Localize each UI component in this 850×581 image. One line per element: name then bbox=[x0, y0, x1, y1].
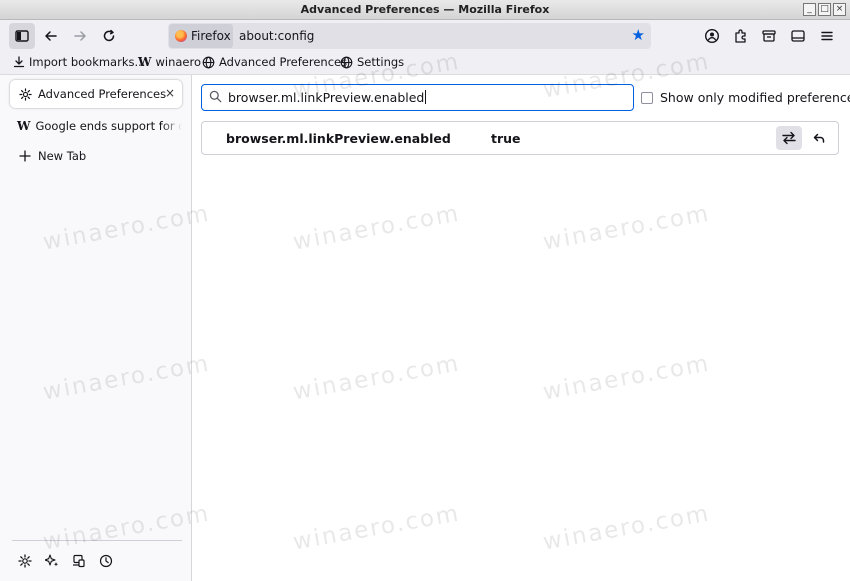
bookmark-label: Settings bbox=[357, 55, 405, 69]
reload-button[interactable] bbox=[96, 23, 122, 49]
puzzle-icon bbox=[735, 29, 746, 43]
clock-icon bbox=[99, 554, 113, 568]
vertical-tabs-sidebar: Advanced Preferences × W Google ends sup… bbox=[0, 75, 192, 581]
extensions-button[interactable] bbox=[728, 23, 754, 49]
history-button[interactable] bbox=[96, 551, 116, 571]
hamburger-menu-icon bbox=[821, 31, 833, 41]
search-icon bbox=[209, 90, 222, 103]
toggle-arrows-icon bbox=[782, 131, 796, 145]
new-tab-label: New Tab bbox=[38, 149, 87, 163]
app-menu-button[interactable] bbox=[814, 23, 840, 49]
show-modified-label: Show only modified preferences bbox=[660, 90, 850, 105]
sidebar-icon bbox=[15, 30, 29, 42]
show-modified-toggle[interactable]: Show only modified preferences bbox=[641, 90, 850, 105]
screenshot-button[interactable] bbox=[785, 23, 811, 49]
gear-icon bbox=[17, 87, 33, 101]
identity-label: Firefox bbox=[191, 29, 231, 43]
synced-tabs-button[interactable] bbox=[69, 551, 89, 571]
bookmark-label: Import bookmarks... bbox=[29, 55, 146, 69]
identity-box[interactable]: Firefox bbox=[169, 24, 233, 48]
tab-advanced-preferences[interactable]: Advanced Preferences × bbox=[10, 80, 182, 108]
toggle-button[interactable] bbox=[776, 126, 802, 150]
account-icon bbox=[704, 28, 720, 44]
account-button[interactable] bbox=[699, 23, 725, 49]
bookmark-winaero[interactable]: W winaero bbox=[138, 55, 201, 69]
bookmark-import[interactable]: Import bookmarks... bbox=[13, 55, 145, 69]
firefox-logo-icon bbox=[175, 30, 187, 42]
devices-icon bbox=[73, 554, 85, 568]
preference-row[interactable]: browser.ml.linkPreview.enabled true bbox=[201, 121, 839, 155]
close-window-button[interactable]: × bbox=[833, 3, 846, 16]
bookmarks-toolbar: Import bookmarks... W winaero Advanced P… bbox=[0, 51, 850, 75]
reload-icon bbox=[103, 29, 115, 42]
sidebar-divider bbox=[12, 540, 182, 541]
tab-label: Advanced Preferences bbox=[38, 87, 167, 101]
window-controls: _ □ × bbox=[803, 3, 846, 16]
search-value: browser.ml.linkPreview.enabled bbox=[228, 90, 425, 105]
tab-label: Google ends support for origin bbox=[35, 119, 182, 133]
forward-button[interactable] bbox=[67, 23, 93, 49]
reset-button[interactable] bbox=[806, 126, 832, 150]
back-button[interactable] bbox=[38, 23, 64, 49]
window-title: Advanced Preferences — Mozilla Firefox bbox=[300, 3, 550, 16]
url-bar[interactable]: Firefox about:config ★ bbox=[168, 23, 651, 49]
arrow-right-icon bbox=[74, 31, 86, 41]
globe-icon bbox=[202, 56, 215, 69]
winaero-w-icon: W bbox=[17, 119, 31, 133]
winaero-w-icon: W bbox=[138, 55, 152, 69]
navigation-toolbar: Firefox about:config ★ bbox=[0, 20, 850, 51]
bookmark-label: Advanced Preferences bbox=[219, 55, 348, 69]
sidebar-settings-button[interactable] bbox=[15, 551, 35, 571]
preference-value[interactable]: true bbox=[491, 131, 521, 146]
box-icon bbox=[762, 30, 776, 42]
url-text[interactable]: about:config bbox=[239, 29, 314, 43]
preference-search-input[interactable]: browser.ml.linkPreview.enabled bbox=[201, 84, 634, 111]
tab-close-icon[interactable]: × bbox=[165, 86, 175, 100]
new-tab-button[interactable]: New Tab bbox=[10, 142, 182, 170]
bookmark-advanced-preferences[interactable]: Advanced Preferences bbox=[202, 55, 347, 69]
undo-icon bbox=[813, 133, 825, 143]
window-titlebar: Advanced Preferences — Mozilla Firefox _… bbox=[0, 0, 850, 20]
about-config-page: browser.ml.linkPreview.enabled Show only… bbox=[193, 75, 850, 581]
globe-icon bbox=[340, 56, 353, 69]
bookmark-star-icon[interactable]: ★ bbox=[632, 27, 645, 43]
plus-icon bbox=[17, 150, 33, 162]
ai-chatbot-button[interactable] bbox=[42, 551, 62, 571]
sparkle-icon bbox=[45, 554, 59, 567]
tab-google-ends-support[interactable]: W Google ends support for origin bbox=[10, 112, 182, 140]
text-caret bbox=[425, 90, 427, 104]
maximize-button[interactable]: □ bbox=[818, 3, 831, 16]
import-icon bbox=[13, 56, 25, 68]
containers-button[interactable] bbox=[756, 23, 782, 49]
show-modified-checkbox[interactable] bbox=[641, 91, 653, 104]
sidebar-toggle-button[interactable] bbox=[9, 23, 35, 49]
bookmark-label: winaero bbox=[155, 55, 202, 69]
gear-icon bbox=[18, 554, 32, 568]
minimize-button[interactable]: _ bbox=[803, 3, 816, 16]
preference-name: browser.ml.linkPreview.enabled bbox=[226, 131, 451, 146]
window-icon bbox=[791, 30, 805, 42]
bookmark-settings[interactable]: Settings bbox=[340, 55, 404, 69]
arrow-left-icon bbox=[45, 31, 57, 41]
